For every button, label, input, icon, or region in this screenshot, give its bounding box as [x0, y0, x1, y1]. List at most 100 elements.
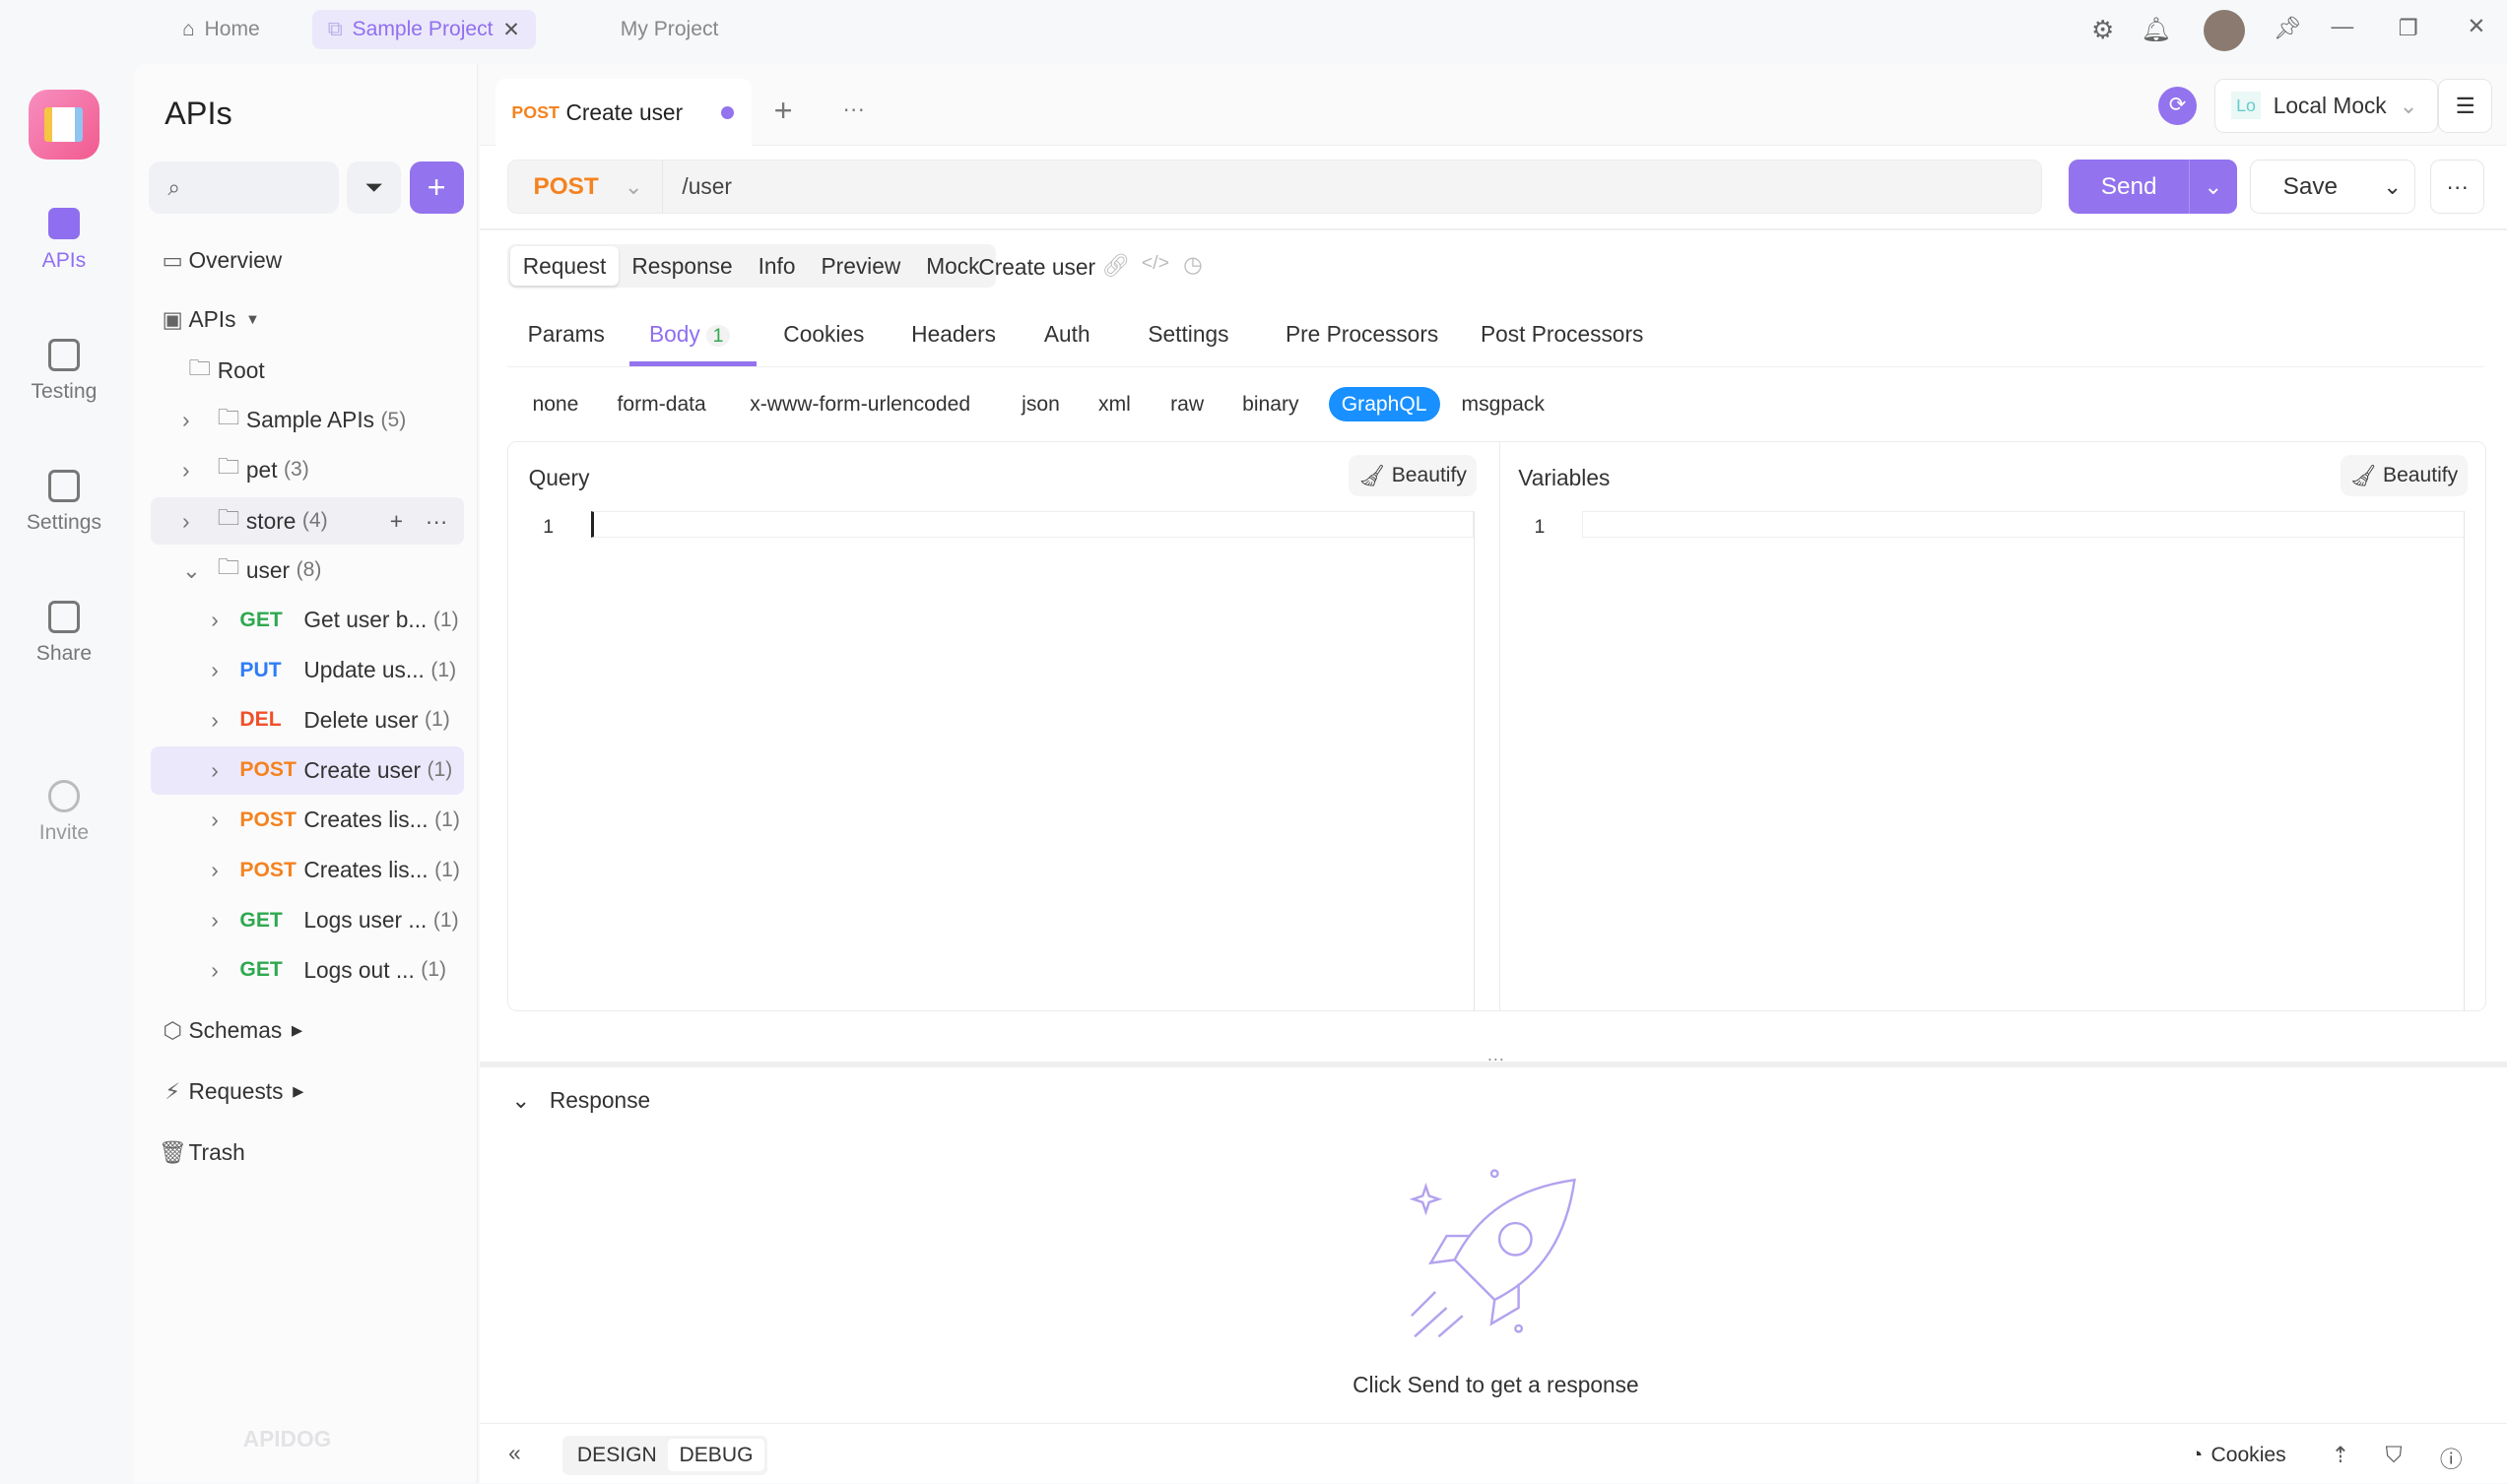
sidebar-trash[interactable]: 🗑︎ Trash	[157, 1129, 470, 1177]
folder-user[interactable]: ⌄ 🗀 user (8)	[182, 547, 495, 595]
filter-button[interactable]: ⏷	[347, 161, 402, 215]
query-line-number: 1	[543, 515, 555, 538]
subtab-preview[interactable]: Preview	[808, 253, 913, 280]
debug-mode-button[interactable]: DEBUG	[668, 1438, 764, 1472]
tab-params[interactable]: Params	[528, 321, 605, 348]
chevron-down-icon: ⌄	[182, 556, 202, 583]
variables-input[interactable]	[1582, 510, 2466, 539]
variables-beautify-button[interactable]: 🧹︎ Beautify	[2340, 454, 2469, 497]
body-type-binary[interactable]: binary	[1242, 387, 1298, 422]
subtab-info[interactable]: Info	[746, 253, 809, 280]
chevron-right-icon: ›	[211, 907, 219, 934]
body-count-badge: 1	[706, 325, 730, 348]
folder-store[interactable]: › 🗀 store (4) + ···	[150, 496, 464, 546]
tab-home[interactable]: ⌂ Home	[166, 10, 276, 50]
method-select[interactable]: POST ⌄	[508, 161, 663, 214]
body-type-json[interactable]: json	[1022, 387, 1060, 422]
new-tab-plus-icon[interactable]: +	[774, 93, 793, 129]
folder-sample-apis[interactable]: › 🗀 Sample APIs (5)	[182, 397, 495, 445]
history-icon[interactable]: ◷	[1183, 251, 1203, 278]
collapse-sidebar-icon[interactable]: «	[508, 1440, 521, 1466]
design-mode-button[interactable]: DESIGN	[566, 1439, 669, 1472]
folder-root[interactable]: 🗀 Root	[182, 347, 495, 395]
window-close-icon[interactable]: ✕	[2467, 13, 2485, 39]
body-type-none[interactable]: none	[532, 387, 578, 422]
plus-icon[interactable]: +	[390, 508, 403, 535]
invite-icon	[47, 780, 81, 812]
body-type-msgpack[interactable]: msgpack	[1462, 387, 1545, 422]
endpoint-item[interactable]: › GET Get user b... (1)	[151, 596, 464, 644]
more-icon[interactable]: ···	[426, 508, 448, 535]
body-type-raw[interactable]: raw	[1170, 387, 1204, 422]
restore-icon[interactable]: ❐	[2399, 15, 2418, 41]
tab-cookies[interactable]: Cookies	[783, 321, 864, 348]
query-beautify-button[interactable]: 🧹︎ Beautify	[1349, 454, 1478, 497]
endpoint-item[interactable]: › DEL Delete user (1)	[151, 696, 464, 744]
query-input[interactable]	[590, 510, 1474, 539]
chevron-right-icon: ›	[211, 706, 219, 733]
gear-icon[interactable]: ⚙	[2091, 15, 2114, 45]
shirt-icon[interactable]: ⛉	[2386, 1442, 2403, 1468]
request-subtabs: Request Response Info Preview Mock	[506, 244, 996, 289]
url-input[interactable]	[682, 173, 1961, 201]
rail-apis[interactable]: APIs	[0, 208, 128, 273]
endpoint-item[interactable]: › POST Creates lis... (1)	[151, 797, 464, 845]
body-type-graphql[interactable]: GraphQL	[1328, 386, 1440, 422]
tab-settings[interactable]: Settings	[1148, 321, 1228, 348]
code-icon[interactable]: </>	[1142, 252, 1169, 275]
tab-auth[interactable]: Auth	[1044, 321, 1090, 348]
rail-invite[interactable]: Invite	[0, 780, 128, 845]
chevron-right-icon: ›	[211, 857, 219, 883]
tab-body[interactable]: Body 1	[649, 321, 730, 348]
bell-icon[interactable]: 🔔︎	[2141, 15, 2171, 44]
help-icon[interactable]: ⓘ	[2440, 1442, 2463, 1474]
subtab-request[interactable]: Request	[509, 246, 620, 287]
search-input[interactable]: ⌕	[148, 161, 340, 215]
sync-icon[interactable]: ⟳	[2158, 86, 2198, 125]
chevron-down-icon[interactable]: ⌄	[2370, 173, 2414, 200]
rail-testing[interactable]: Testing	[0, 339, 128, 404]
tab-my-project[interactable]: My Project	[605, 10, 735, 50]
sidebar-requests[interactable]: ⚡︎ Requests ▶	[157, 1067, 470, 1116]
menu-button[interactable]: ☰	[2438, 78, 2493, 133]
tab-post-processors[interactable]: Post Processors	[1481, 321, 1643, 348]
close-icon[interactable]: ✕	[502, 17, 520, 42]
folder-pet[interactable]: › 🗀 pet (3)	[182, 446, 495, 494]
more-tabs-icon[interactable]: ···	[842, 96, 865, 122]
endpoint-item[interactable]: › GET Logs out ... (1)	[151, 946, 464, 995]
endpoint-item[interactable]: › PUT Update us... (1)	[151, 646, 464, 694]
sidebar-apis[interactable]: ▣ APIs ▼	[157, 295, 470, 344]
api-name: Create user	[978, 254, 1096, 281]
chevron-down-icon[interactable]: ⌄	[2189, 160, 2237, 215]
environment-select[interactable]: Lo Local Mock ⌄	[2213, 78, 2439, 133]
minimize-icon[interactable]: —	[2331, 13, 2353, 39]
drag-dots-icon[interactable]: ···	[1486, 1049, 1504, 1069]
more-actions-button[interactable]: ···	[2430, 160, 2485, 215]
pin-icon[interactable]: 📌︎	[2274, 15, 2302, 41]
body-type-urlencoded[interactable]: x-www-form-urlencoded	[750, 387, 970, 422]
upload-icon[interactable]: ⇡	[2331, 1442, 2349, 1468]
endpoint-item[interactable]: › POST Create user (1)	[150, 745, 464, 795]
save-button[interactable]: Save ⌄	[2249, 160, 2416, 215]
body-type-form-data[interactable]: form-data	[618, 387, 706, 422]
cookies-button[interactable]: ◔ Cookies	[2191, 1444, 2286, 1467]
body-type-xml[interactable]: xml	[1098, 387, 1131, 422]
tab-pre-processors[interactable]: Pre Processors	[1286, 321, 1438, 348]
link-icon[interactable]: 🔗︎	[1101, 252, 1130, 279]
avatar[interactable]	[2203, 9, 2245, 51]
add-button[interactable]: +	[409, 161, 464, 215]
sidebar-schemas[interactable]: ⬡ Schemas ▶	[157, 1007, 470, 1056]
editor-tab-create-user[interactable]: POST Create user	[495, 78, 752, 148]
sidebar-overview[interactable]: ▭ Overview	[157, 236, 470, 285]
endpoint-item[interactable]: › POST Creates lis... (1)	[151, 846, 464, 894]
endpoint-item[interactable]: › GET Logs user ... (1)	[151, 896, 464, 944]
send-button[interactable]: Send ⌄	[2069, 160, 2237, 215]
tab-sample-project[interactable]: ⧉ Sample Project ✕	[311, 9, 537, 50]
trash-icon: 🗑︎	[158, 1138, 187, 1165]
subtab-response[interactable]: Response	[619, 253, 745, 280]
tab-headers[interactable]: Headers	[911, 321, 996, 348]
rail-settings[interactable]: Settings	[0, 470, 128, 535]
response-header[interactable]: ⌄ Response	[511, 1087, 650, 1114]
folder-icon: 🗀	[217, 553, 240, 580]
rail-share[interactable]: Share	[0, 601, 128, 666]
